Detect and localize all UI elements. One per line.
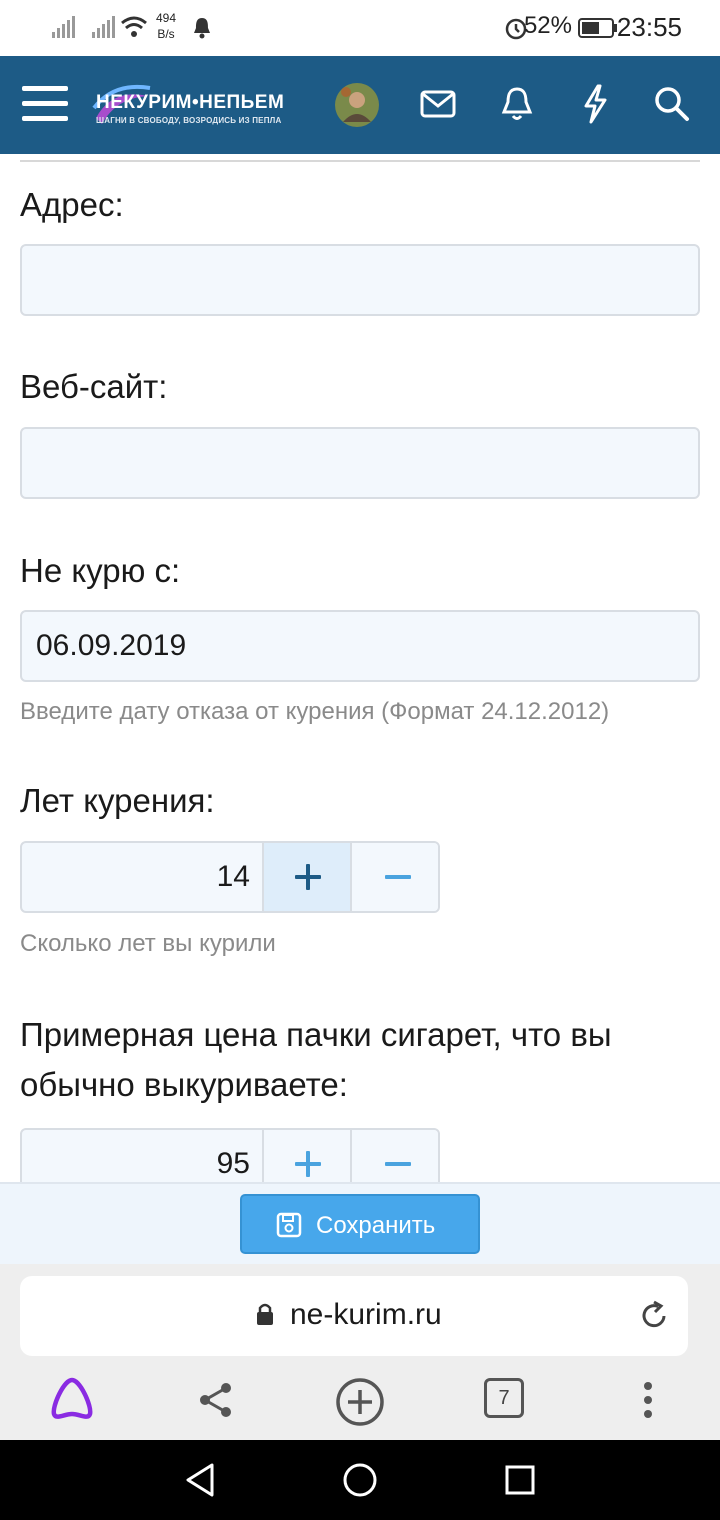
more-menu-icon[interactable] <box>640 1380 656 1420</box>
site-logo-title[interactable]: НЕКУРИМ•НЕПЬЕМ <box>96 92 284 114</box>
status-bar: 494 B/s 52% 23:55 <box>0 0 720 56</box>
battery-percent: 52% <box>523 12 572 39</box>
signal-icon <box>52 16 75 38</box>
alice-assistant-icon[interactable] <box>48 1376 96 1422</box>
quit-date-input[interactable]: 06.09.2019 <box>20 610 700 682</box>
network-speed: 494 B/s <box>156 11 177 41</box>
pack-price-label-line1: Примерная цена пачки сигарет, что вы <box>20 1016 612 1053</box>
hamburger-menu-icon[interactable] <box>22 84 68 124</box>
site-logo-tagline: ШАГНИ В СВОБОДУ, ВОЗРОДИСЬ ИЗ ПЕПЛА <box>96 116 282 125</box>
lightning-icon[interactable] <box>580 84 610 124</box>
pack-price-label-line2: обычно выкуриваете: <box>20 1066 348 1103</box>
system-navigation-bar <box>0 1440 720 1520</box>
alerts-bell-icon[interactable] <box>500 86 534 122</box>
browser-toolbar: ne-kurim.ru 7 <box>0 1264 720 1440</box>
save-button-label: Сохранить <box>316 1212 436 1239</box>
home-icon[interactable] <box>342 1462 378 1498</box>
battery-icon <box>578 18 617 38</box>
recents-icon[interactable] <box>504 1464 536 1496</box>
save-button[interactable]: Сохранить <box>240 1194 480 1254</box>
years-smoking-stepper: 14 <box>20 841 440 913</box>
url-text: ne-kurim.ru <box>290 1298 442 1331</box>
save-disk-icon <box>276 1212 302 1238</box>
search-icon[interactable] <box>654 86 690 122</box>
quit-date-hint: Введите дату отказа от курения (Формат 2… <box>20 698 610 725</box>
wifi-icon <box>121 16 147 37</box>
quit-date-label: Не курю с: <box>20 552 181 589</box>
site-header: НЕКУРИМ•НЕПЬЕМ ШАГНИ В СВОБОДУ, ВОЗРОДИС… <box>0 56 720 154</box>
notification-bell-icon <box>194 18 210 39</box>
website-label: Веб-сайт: <box>20 368 168 405</box>
new-tab-icon[interactable] <box>334 1376 386 1428</box>
divider <box>20 160 700 162</box>
increment-button[interactable] <box>262 843 350 911</box>
website-input[interactable] <box>20 427 700 499</box>
mail-icon[interactable] <box>420 90 456 118</box>
years-smoking-label: Лет курения: <box>20 782 215 819</box>
user-avatar[interactable] <box>334 82 380 128</box>
years-smoking-input[interactable]: 14 <box>22 843 262 911</box>
decrement-button[interactable] <box>350 843 438 911</box>
clock: 23:55 <box>616 12 682 42</box>
years-smoking-hint: Сколько лет вы курили <box>20 930 276 957</box>
share-icon[interactable] <box>196 1380 236 1420</box>
address-bar[interactable]: ne-kurim.ru <box>20 1276 688 1356</box>
tabs-count-button[interactable]: 7 <box>484 1378 524 1418</box>
lock-icon <box>257 1303 273 1325</box>
reload-icon[interactable] <box>640 1300 670 1332</box>
address-label: Адрес: <box>20 186 124 223</box>
signal-2-icon <box>92 16 115 38</box>
address-input[interactable] <box>20 244 700 316</box>
form-submit-bar: Сохранить <box>0 1182 720 1264</box>
back-icon[interactable] <box>184 1462 216 1498</box>
